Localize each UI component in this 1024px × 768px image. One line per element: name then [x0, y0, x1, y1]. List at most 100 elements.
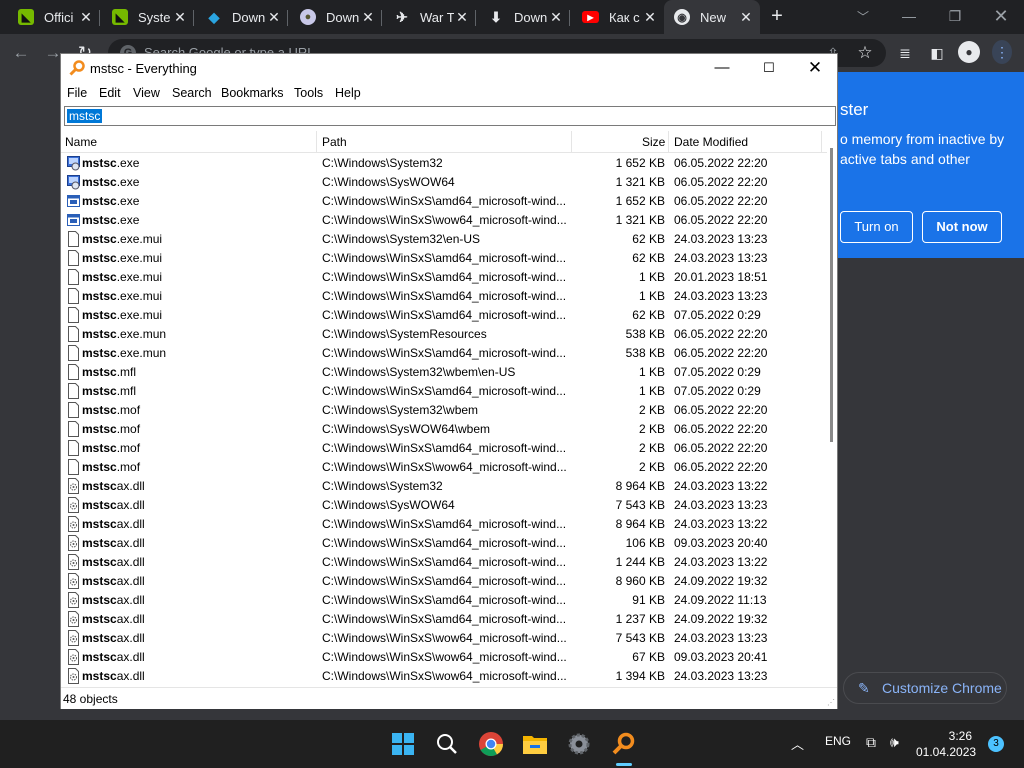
- table-row[interactable]: mstsc.mfl C:\Windows\WinSxS\amd64_microso…: [61, 382, 829, 401]
- table-row[interactable]: mstsc.exe.mui C:\Windows\WinSxS\amd64_mic…: [61, 287, 829, 306]
- table-row[interactable]: mstsc.mof C:\Windows\System32\wbem 2 KB 06.…: [61, 401, 829, 420]
- file-path: C:\Windows\System32\wbem\en-US: [322, 365, 516, 379]
- window-titlebar[interactable]: mstsc - Everything — ☐ ✕: [61, 54, 837, 82]
- clock[interactable]: 3:26 01.04.2023: [916, 728, 976, 760]
- table-row[interactable]: mstsc.mof C:\Windows\WinSxS\wow64_microso…: [61, 458, 829, 477]
- column-header-name[interactable]: Name: [65, 135, 97, 149]
- side-panel-icon[interactable]: ◧: [926, 42, 948, 64]
- table-row[interactable]: mstsc.exe.mui C:\Windows\System32\en-US 62…: [61, 230, 829, 249]
- language-indicator[interactable]: ENG: [825, 734, 851, 748]
- file-size: 8 964 KB: [615, 479, 665, 493]
- volume-icon[interactable]: 🕪: [890, 734, 899, 751]
- file-name: mstscax.dll: [82, 479, 145, 493]
- close-tab-icon[interactable]: ✕: [172, 9, 188, 25]
- customize-chrome-button[interactable]: ✎ Customize Chrome: [843, 672, 1007, 704]
- table-row[interactable]: mstsc.exe C:\Windows\WinSxS\amd64_microso…: [61, 192, 829, 211]
- browser-tab[interactable]: ⬇ Down ✕: [478, 0, 570, 34]
- close-tab-icon[interactable]: ✕: [78, 9, 94, 25]
- profile-avatar[interactable]: ●: [958, 41, 980, 63]
- notification-badge[interactable]: 3: [988, 736, 1004, 752]
- table-row[interactable]: mstsc.exe.mui C:\Windows\WinSxS\amd64_mic…: [61, 249, 829, 268]
- menu-tools[interactable]: Tools: [294, 86, 323, 100]
- menu-help[interactable]: Help: [335, 86, 361, 100]
- table-row[interactable]: mstsc.exe C:\Windows\System32 1 652 KB 06.0…: [61, 154, 829, 173]
- not-now-button[interactable]: Not now: [922, 211, 1002, 243]
- close-tab-icon[interactable]: ✕: [642, 9, 658, 25]
- windows-start-icon[interactable]: [387, 728, 419, 760]
- minimize-button[interactable]: —: [886, 4, 932, 28]
- chrome-icon[interactable]: [475, 728, 507, 760]
- browser-tab[interactable]: ▶ Как с ✕: [572, 0, 664, 34]
- file-path: C:\Windows\System32\en-US: [322, 232, 481, 246]
- tab-search-button[interactable]: ﹀: [852, 6, 874, 28]
- browser-tab[interactable]: ◣ Syste ✕: [102, 0, 194, 34]
- column-header-date[interactable]: Date Modified: [674, 135, 748, 149]
- browser-tab[interactable]: ✈ War T ✕: [384, 0, 476, 34]
- table-row[interactable]: mstscax.dll C:\Windows\WinSxS\amd64_micro…: [61, 610, 829, 629]
- restore-button[interactable]: ❐: [932, 4, 978, 28]
- menu-search[interactable]: Search: [172, 86, 212, 100]
- table-row[interactable]: mstscax.dll C:\Windows\WinSxS\wow64_micro…: [61, 648, 829, 667]
- table-row[interactable]: mstscax.dll C:\Windows\WinSxS\amd64_micro…: [61, 515, 829, 534]
- table-row[interactable]: mstscax.dll C:\Windows\SysWOW64 7 543 KB 24…: [61, 496, 829, 515]
- menu-file[interactable]: File: [67, 86, 87, 100]
- table-row[interactable]: mstsc.exe.mui C:\Windows\WinSxS\amd64_mic…: [61, 268, 829, 287]
- table-row[interactable]: mstscax.dll C:\Windows\WinSxS\amd64_micro…: [61, 553, 829, 572]
- close-window-button[interactable]: ✕: [792, 54, 838, 82]
- menubar: File Edit View Search Bookmarks Tools He…: [61, 82, 837, 104]
- file-path: C:\Windows\WinSxS\amd64_microsoft-wind..…: [322, 517, 567, 531]
- file-name: mstsc.mof: [82, 460, 141, 474]
- table-row[interactable]: mstsc.mof C:\Windows\SysWOW64\wbem 2 KB 06.…: [61, 420, 829, 439]
- file-size: 1 652 KB: [615, 194, 665, 208]
- close-tab-icon[interactable]: ✕: [454, 9, 470, 25]
- table-row[interactable]: mstsc.exe C:\Windows\WinSxS\wow64_microso…: [61, 211, 829, 230]
- table-row[interactable]: mstsc.exe.mui C:\Windows\WinSxS\amd64_mic…: [61, 306, 829, 325]
- menu-view[interactable]: View: [133, 86, 160, 100]
- file-size: 538 KB: [625, 346, 665, 360]
- table-row[interactable]: mstsc.mfl C:\Windows\System32\wbem\en-US 1…: [61, 363, 829, 382]
- turn-on-button[interactable]: Turn on: [840, 211, 913, 243]
- close-tab-icon[interactable]: ✕: [266, 9, 282, 25]
- back-button[interactable]: ←: [10, 42, 32, 64]
- browser-tab[interactable]: ● Down ✕: [290, 0, 382, 34]
- table-row[interactable]: mstscax.dll C:\Windows\WinSxS\wow64_micro…: [61, 667, 829, 686]
- close-tab-icon[interactable]: ✕: [360, 9, 376, 25]
- chrome-menu-icon[interactable]: ⋮: [992, 40, 1012, 64]
- new-tab-button[interactable]: +: [766, 6, 788, 28]
- close-tab-icon[interactable]: ✕: [738, 9, 754, 25]
- column-header-size[interactable]: Size: [642, 135, 665, 149]
- everything-taskbar-icon[interactable]: [607, 728, 639, 760]
- vertical-scrollbar[interactable]: [827, 131, 837, 687]
- file-explorer-icon[interactable]: [519, 728, 551, 760]
- minimize-button[interactable]: —: [699, 54, 745, 82]
- search-input[interactable]: mstsc: [64, 106, 836, 126]
- bookmark-star-icon[interactable]: ☆: [854, 42, 876, 64]
- table-row[interactable]: mstsc.mof C:\Windows\WinSxS\amd64_microso…: [61, 439, 829, 458]
- table-row[interactable]: mstsc.exe.mun C:\Windows\WinSxS\amd64_mic…: [61, 344, 829, 363]
- file-name: mstscax.dll: [82, 555, 145, 569]
- browser-tab[interactable]: ◆ Down ✕: [196, 0, 288, 34]
- browser-tab[interactable]: ◣ Offici ✕: [8, 0, 100, 34]
- media-controls-icon[interactable]: ≣: [894, 42, 916, 64]
- table-row[interactable]: mstscax.dll C:\Windows\WinSxS\wow64_micro…: [61, 629, 829, 648]
- table-row[interactable]: mstscax.dll C:\Windows\WinSxS\amd64_micro…: [61, 572, 829, 591]
- browser-tab-active[interactable]: ◉ New ✕: [664, 0, 760, 34]
- close-window-button[interactable]: ✕: [978, 4, 1024, 28]
- table-row[interactable]: mstscax.dll C:\Windows\WinSxS\amd64_micro…: [61, 591, 829, 610]
- column-header-path[interactable]: Path: [322, 135, 347, 149]
- chevron-up-icon[interactable]: ︿: [791, 734, 804, 753]
- file-name: mstscax.dll: [82, 669, 145, 683]
- network-icon[interactable]: ⧉: [866, 734, 876, 751]
- menu-bookmarks[interactable]: Bookmarks: [221, 86, 284, 100]
- scrollbar-thumb[interactable]: [830, 148, 833, 442]
- settings-gear-icon[interactable]: [563, 728, 595, 760]
- table-row[interactable]: mstsc.exe.mun C:\Windows\SystemResources 5…: [61, 325, 829, 344]
- maximize-button[interactable]: ☐: [746, 54, 792, 82]
- close-tab-icon[interactable]: ✕: [548, 9, 564, 25]
- search-icon[interactable]: [431, 728, 463, 760]
- table-row[interactable]: mstscax.dll C:\Windows\WinSxS\amd64_micro…: [61, 534, 829, 553]
- menu-edit[interactable]: Edit: [99, 86, 121, 100]
- resize-grip-icon[interactable]: ⋰: [827, 699, 835, 707]
- table-row[interactable]: mstscax.dll C:\Windows\System32 8 964 KB 24…: [61, 477, 829, 496]
- table-row[interactable]: mstsc.exe C:\Windows\SysWOW64 1 321 KB 06.0…: [61, 173, 829, 192]
